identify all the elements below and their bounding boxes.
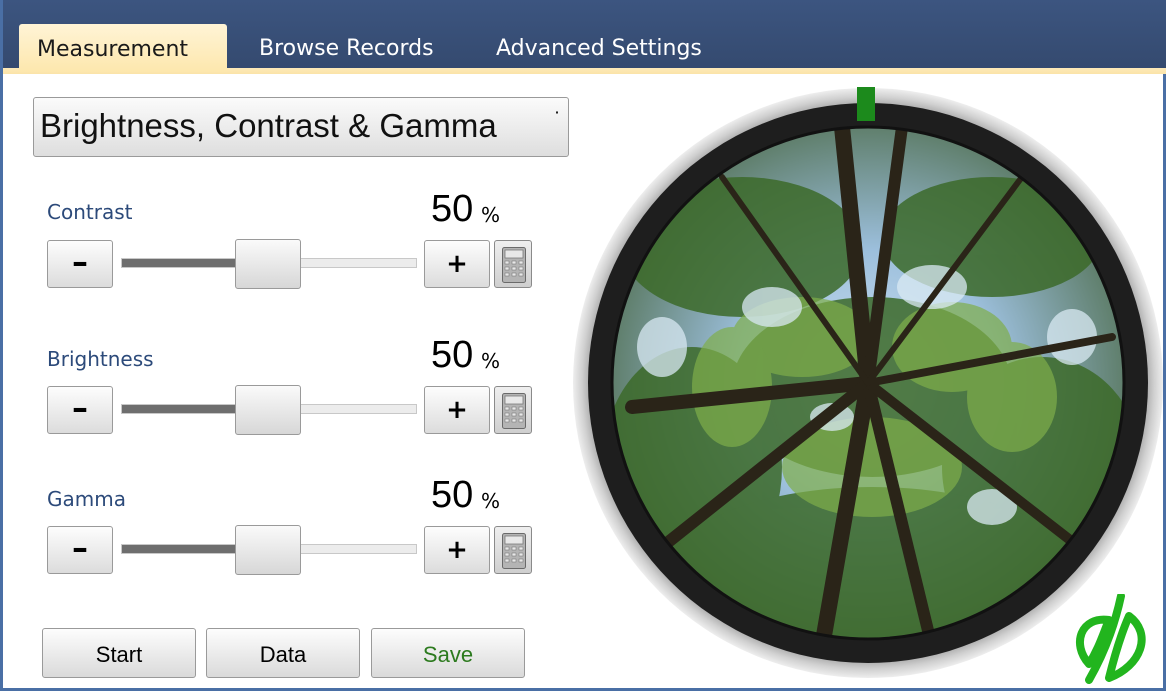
gamma-value: 50 [431, 474, 474, 516]
calculator-icon [502, 247, 526, 283]
contrast-increase-button[interactable]: + [424, 240, 490, 288]
contrast-decrease-button[interactable]: – [47, 240, 113, 288]
gamma-increase-button[interactable]: + [424, 526, 490, 574]
tab-measurement[interactable]: Measurement [19, 24, 227, 72]
gamma-decrease-button[interactable]: – [47, 526, 113, 574]
contrast-calculator-button[interactable] [494, 240, 532, 288]
gamma-unit: % [481, 489, 501, 513]
data-button[interactable]: Data [206, 628, 360, 678]
canopy-photo [573, 87, 1163, 678]
north-marker [857, 87, 875, 121]
contrast-value: 50 [431, 188, 474, 230]
gamma-label: Gamma [47, 487, 126, 511]
brightness-increase-button[interactable]: + [424, 386, 490, 434]
brightness-decrease-button[interactable]: – [47, 386, 113, 434]
mode-dropdown-value: Brightness, Contrast & Gamma [40, 107, 497, 144]
contrast-label: Contrast [47, 200, 133, 224]
tab-browse-records[interactable]: Browse Records [241, 28, 452, 70]
brightness-calculator-button[interactable] [494, 386, 532, 434]
tab-advanced-settings[interactable]: Advanced Settings [478, 28, 720, 70]
brightness-value: 50 [431, 334, 474, 376]
brightness-slider-thumb[interactable] [235, 385, 301, 435]
leaf-logo-icon [1076, 594, 1146, 684]
start-button[interactable]: Start [42, 628, 196, 678]
mode-dropdown[interactable]: Brightness, Contrast & Gamma ˙ [33, 97, 569, 157]
contrast-unit: % [481, 203, 501, 227]
canopy-photo-viewer [572, 87, 1164, 679]
gamma-calculator-button[interactable] [494, 526, 532, 574]
brightness-unit: % [481, 349, 501, 373]
gamma-slider-thumb[interactable] [235, 525, 301, 575]
calculator-icon [502, 533, 526, 569]
calculator-icon [502, 393, 526, 429]
contrast-slider-thumb[interactable] [235, 239, 301, 289]
save-button[interactable]: Save [371, 628, 525, 678]
brightness-label: Brightness [47, 347, 154, 371]
app-window: Measurement Browse Records Advanced Sett… [0, 0, 1166, 691]
chevron-down-icon: ˙ [552, 108, 562, 132]
